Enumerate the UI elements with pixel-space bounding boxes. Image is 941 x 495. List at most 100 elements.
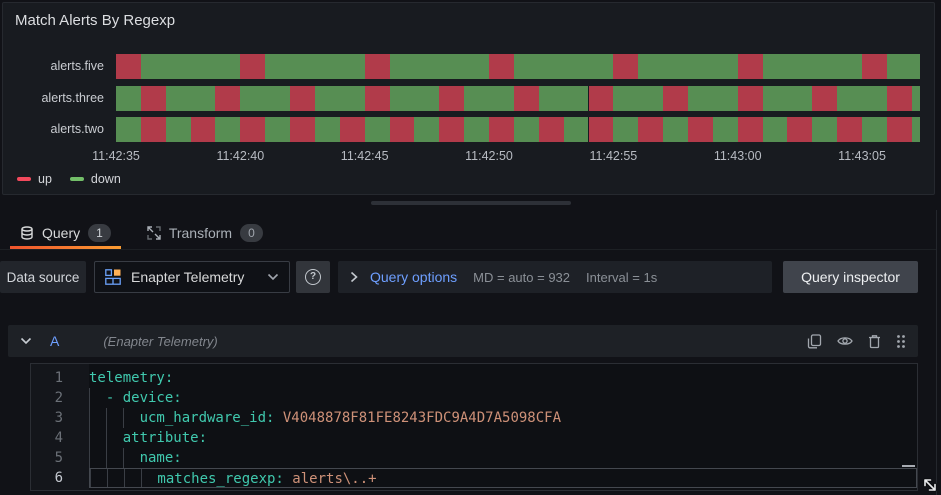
tab-query-count-badge: 1 — [88, 224, 111, 242]
indent-guide — [106, 469, 108, 487]
timeline-segment-down — [687, 86, 738, 111]
tab-transform[interactable]: Transform 0 — [137, 217, 273, 249]
chevron-right-icon — [350, 271, 358, 283]
timeline-segment-down — [265, 54, 365, 79]
indent-guide — [89, 448, 90, 468]
timeline-segment-up — [886, 117, 912, 142]
query-inspector-button[interactable]: Query inspector — [783, 261, 918, 293]
query-ref-id: A — [50, 333, 60, 349]
time-axis-tick: 11:42:40 — [216, 149, 265, 163]
timeline-row: alerts.three — [3, 86, 934, 111]
legend-label: down — [90, 172, 121, 186]
query-options-toggle[interactable]: Query options — [350, 269, 457, 285]
timeline-segment-up — [140, 117, 166, 142]
line-number: 6 — [54, 470, 63, 486]
timeline-segment-up — [513, 86, 539, 111]
timeline-segment-down — [165, 117, 191, 142]
legend-item-up[interactable]: up — [17, 172, 52, 186]
drag-query-handle[interactable] — [896, 334, 906, 349]
timeline-segment-up — [290, 86, 315, 111]
timeline-segment-down — [613, 86, 664, 111]
time-axis-tick: 11:43:00 — [713, 149, 762, 163]
timeline-segment-down — [513, 54, 614, 79]
timeline-segment-down — [638, 54, 738, 79]
timeline-segment-up — [140, 86, 166, 111]
indent-guide — [90, 469, 91, 487]
timeline-segment-down — [464, 117, 490, 142]
interval-meta: Interval = 1s — [586, 269, 658, 285]
timeline-segment-down — [837, 86, 887, 111]
timeline-segment-down — [464, 86, 514, 111]
query-row-header: A (Enapter Telemetry) — [8, 325, 918, 357]
timeline-segment-down — [538, 86, 589, 111]
timeline-panel: Match Alerts By Regexp alerts.five alerts… — [2, 2, 935, 195]
timeline-segment-up — [737, 86, 763, 111]
time-axis-tick: 11:42:45 — [340, 149, 389, 163]
database-icon — [21, 225, 33, 240]
pane-resize-handle[interactable] — [371, 201, 571, 205]
collapse-query-button[interactable] — [20, 337, 32, 345]
timeline-segment-down — [911, 86, 920, 111]
max-data-points-meta: MD = auto = 932 — [473, 269, 571, 285]
timeline-segment-down — [886, 54, 920, 79]
duplicate-query-button[interactable] — [807, 333, 822, 349]
trash-icon — [869, 334, 880, 348]
timeline-segment-up — [489, 54, 514, 79]
code-line: attribute: — [89, 428, 917, 448]
timeline-segment-up — [364, 54, 390, 79]
timeline-segment-up — [737, 117, 763, 142]
line-number: 5 — [54, 450, 63, 466]
yaml-value: V4048878F81FE8243FDC9A4D7A5098CFA — [282, 410, 562, 426]
timeline-segment-up — [613, 54, 639, 79]
toggle-query-visibility-button[interactable] — [837, 335, 853, 347]
query-options-label: Query options — [370, 269, 458, 285]
tab-query[interactable]: Query 1 — [10, 217, 121, 249]
datasource-picker-value: Enapter Telemetry — [131, 269, 245, 285]
help-icon: ? — [305, 269, 321, 285]
timeline-segment-up — [489, 117, 514, 142]
tab-transform-label: Transform — [168, 225, 233, 241]
panel-title: Match Alerts By Regexp — [15, 12, 176, 29]
indent-guide — [89, 428, 90, 448]
chevron-down-icon — [20, 337, 32, 345]
yaml-query-editor[interactable]: 1 2 3 4 5 6 telemetry: - device: ucm_hardware… — [30, 363, 918, 491]
timeline-row-label: alerts.three — [41, 91, 104, 105]
yaml-value: alerts\..+ — [292, 471, 377, 487]
timeline-segment-up — [240, 117, 266, 142]
indent-guide — [122, 408, 124, 428]
datasource-picker[interactable]: Enapter Telemetry — [94, 261, 290, 293]
timeline-segment-up — [663, 86, 688, 111]
grafana-panel-edit-screen: Match Alerts By Regexp alerts.five alerts… — [0, 0, 941, 495]
datasource-label: Data source — [0, 261, 86, 293]
timeline-segment-up — [687, 117, 713, 142]
timeline-segment-up — [538, 117, 564, 142]
timeline-segment-down — [215, 117, 241, 142]
timeline-segment-up — [339, 117, 365, 142]
timeline-legend: up down — [17, 171, 121, 187]
code-line: name: — [89, 448, 917, 468]
time-axis: 11:42:35 11:42:40 11:42:45 11:42:50 11:42:55… — [92, 149, 920, 165]
time-axis-tick: 11:42:50 — [465, 149, 513, 163]
datasource-logo-icon — [105, 269, 121, 285]
editor-code-area: telemetry: - device: ucm_hardware_id: V4… — [89, 364, 917, 490]
grip-dots-icon — [897, 334, 905, 348]
datasource-row: Data source Enapter Telemetry ? Query op… — [0, 261, 941, 293]
timeline-segment-down — [116, 117, 141, 142]
timeline-segment-up — [886, 86, 912, 111]
datasource-help-button[interactable]: ? — [296, 261, 330, 293]
timeline-segment-up — [240, 54, 266, 79]
copy-icon — [807, 333, 822, 348]
timeline-row-track — [116, 54, 920, 79]
legend-item-down[interactable]: down — [69, 172, 121, 186]
delete-query-button[interactable] — [868, 334, 881, 349]
timeline-segment-down — [389, 86, 440, 111]
timeline-segment-down — [663, 117, 688, 142]
timeline-segment-down — [513, 117, 539, 142]
timeline-segment-up — [389, 117, 415, 142]
timeline-segment-down — [911, 117, 920, 142]
timeline-segment-down — [762, 54, 863, 79]
timeline-segment-down — [762, 117, 788, 142]
timeline-segment-down — [389, 54, 490, 79]
timeline-segment-up — [588, 86, 614, 111]
timeline-segment-down — [116, 86, 141, 111]
